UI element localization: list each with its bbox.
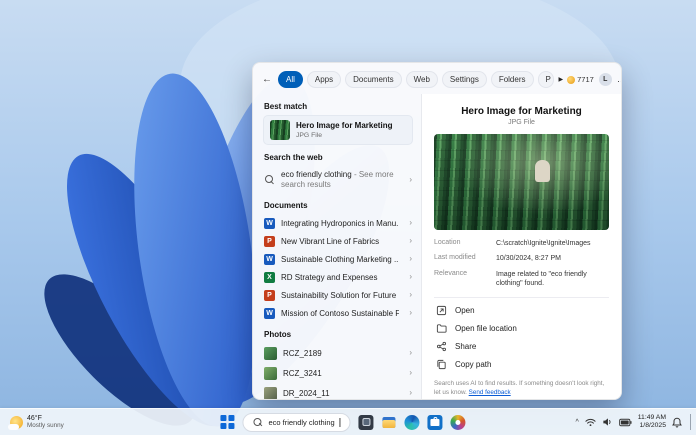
search-icon — [252, 417, 263, 428]
photo-thumbnail — [264, 347, 277, 360]
preview-image[interactable] — [434, 134, 609, 230]
volume-icon[interactable] — [602, 417, 613, 427]
photos-app-button[interactable] — [451, 415, 466, 430]
document-result[interactable]: W Mission of Contoso Sustainable F... › — [263, 304, 413, 322]
more-options-icon[interactable]: … — [617, 77, 622, 82]
photo-thumbnail — [264, 387, 277, 400]
chevron-right-icon[interactable]: › — [409, 273, 412, 281]
powerpoint-icon: P — [264, 290, 275, 301]
word-icon: W — [264, 218, 275, 229]
chevron-right-icon[interactable]: › — [409, 389, 412, 397]
send-feedback-link[interactable]: Send feedback — [469, 389, 511, 396]
task-view-button[interactable] — [359, 415, 374, 430]
battery-icon[interactable] — [619, 418, 632, 427]
chevron-right-icon[interactable]: › — [409, 309, 412, 317]
back-icon[interactable]: ← — [262, 74, 272, 85]
microsoft-store-button[interactable] — [428, 415, 443, 430]
preview-file-type: JPG File — [434, 119, 609, 126]
result-preview-pane: Hero Image for Marketing JPG File Locati… — [421, 94, 621, 399]
document-result[interactable]: P Sustainability Solution for Future ...… — [263, 286, 413, 304]
chevron-right-icon[interactable]: › — [409, 369, 412, 377]
search-filter-bar: ← All Apps Documents Web Settings Folder… — [253, 63, 621, 94]
tab-web[interactable]: Web — [406, 71, 438, 88]
chevron-right-icon[interactable]: › — [409, 349, 412, 357]
powerpoint-icon: P — [264, 236, 275, 247]
divider — [434, 297, 609, 298]
file-relevance: Image related to "eco friendly clothing"… — [496, 270, 609, 289]
open-icon — [436, 305, 447, 316]
share-button[interactable]: Share — [434, 338, 609, 356]
documents-header: Documents — [264, 201, 413, 210]
system-tray: ^ 11:49 AM 1/8/2025 — [575, 409, 692, 435]
best-match-result[interactable]: Hero Image for Marketing JPG File — [263, 115, 413, 145]
result-subtitle: JPG File — [296, 132, 392, 139]
tab-photos-clipped[interactable]: P — [538, 71, 554, 88]
tray-expand-icon[interactable]: ^ — [575, 419, 578, 426]
notification-bell-icon[interactable] — [672, 417, 682, 428]
best-match-header: Best match — [264, 102, 413, 111]
open-button[interactable]: Open — [434, 302, 609, 320]
document-result[interactable]: W Sustainable Clothing Marketing ... › — [263, 250, 413, 268]
tab-folders[interactable]: Folders — [491, 71, 534, 88]
start-button[interactable] — [220, 415, 234, 429]
word-icon: W — [264, 254, 275, 265]
photo-result[interactable]: DR_2024_11 › — [263, 383, 413, 399]
chevron-right-icon[interactable]: › — [409, 219, 412, 227]
chevron-right-icon[interactable]: › — [409, 255, 412, 263]
result-title: Hero Image for Marketing — [296, 121, 392, 131]
ai-disclaimer: Search uses AI to find results. If somet… — [434, 374, 609, 398]
weather-icon — [10, 416, 23, 429]
file-modified-date: 10/30/2024, 8:27 PM — [496, 254, 609, 263]
web-search-result[interactable]: eco friendly clothing - See more search … — [263, 166, 413, 193]
chevron-right-icon[interactable]: › — [409, 291, 412, 299]
weather-widget[interactable]: 46°F Mostly sunny — [6, 409, 68, 435]
photo-result[interactable]: RCZ_2189 › — [263, 343, 413, 363]
rewards-count: 7717 — [577, 75, 594, 84]
search-query-text: eco friendly clothing — [268, 418, 334, 427]
word-icon: W — [264, 308, 275, 319]
search-results-list: Best match Hero Image for Marketing JPG … — [253, 94, 421, 399]
folder-icon — [436, 323, 447, 334]
person-silhouette — [534, 161, 552, 182]
open-file-location-button[interactable]: Open file location — [434, 320, 609, 338]
text-caret — [340, 418, 341, 427]
wifi-icon[interactable] — [585, 417, 596, 427]
chevron-right-icon[interactable]: › — [409, 176, 412, 184]
file-metadata: Location C:\scratch\Ignite\Ignite\Images… — [434, 239, 609, 289]
search-icon — [264, 174, 275, 185]
taskbar: 46°F Mostly sunny eco friendly clothing … — [0, 408, 696, 435]
search-web-header: Search the web — [264, 153, 413, 162]
search-flyout-panel: ← All Apps Documents Web Settings Folder… — [252, 62, 622, 400]
weather-condition: Mostly sunny — [27, 422, 64, 429]
result-thumbnail — [270, 120, 290, 140]
taskbar-clock[interactable]: 11:49 AM 1/8/2025 — [638, 414, 666, 431]
photo-thumbnail — [264, 367, 277, 380]
document-result[interactable]: P New Vibrant Line of Fabrics › — [263, 232, 413, 250]
excel-icon: X — [264, 272, 275, 283]
rewards-icon — [567, 76, 575, 84]
photo-result[interactable]: RCZ_3241 › — [263, 363, 413, 383]
copy-icon — [436, 359, 447, 370]
copy-path-button[interactable]: Copy path — [434, 356, 609, 374]
chevron-right-icon[interactable]: › — [409, 237, 412, 245]
show-desktop-button[interactable] — [690, 414, 692, 430]
rewards-points[interactable]: 7717 — [567, 75, 594, 84]
tab-all[interactable]: All — [278, 71, 303, 88]
tabs-overflow-icon[interactable]: ▶ — [559, 76, 564, 83]
web-query: eco friendly clothing — [281, 170, 352, 179]
edge-browser-button[interactable] — [405, 415, 420, 430]
share-icon — [436, 341, 447, 352]
weather-temp: 46°F — [27, 415, 64, 422]
document-result[interactable]: W Integrating Hydroponics in Manu... › — [263, 214, 413, 232]
taskbar-search-input[interactable]: eco friendly clothing — [242, 413, 350, 432]
file-explorer-button[interactable] — [382, 415, 397, 430]
document-result[interactable]: X RD Strategy and Expenses › — [263, 268, 413, 286]
preview-title: Hero Image for Marketing — [434, 106, 609, 117]
tab-documents[interactable]: Documents — [345, 71, 401, 88]
photos-header: Photos — [264, 330, 413, 339]
tab-settings[interactable]: Settings — [442, 71, 487, 88]
file-location: C:\scratch\Ignite\Ignite\Images — [496, 239, 609, 248]
tab-apps[interactable]: Apps — [307, 71, 341, 88]
account-avatar[interactable]: L — [599, 73, 612, 86]
